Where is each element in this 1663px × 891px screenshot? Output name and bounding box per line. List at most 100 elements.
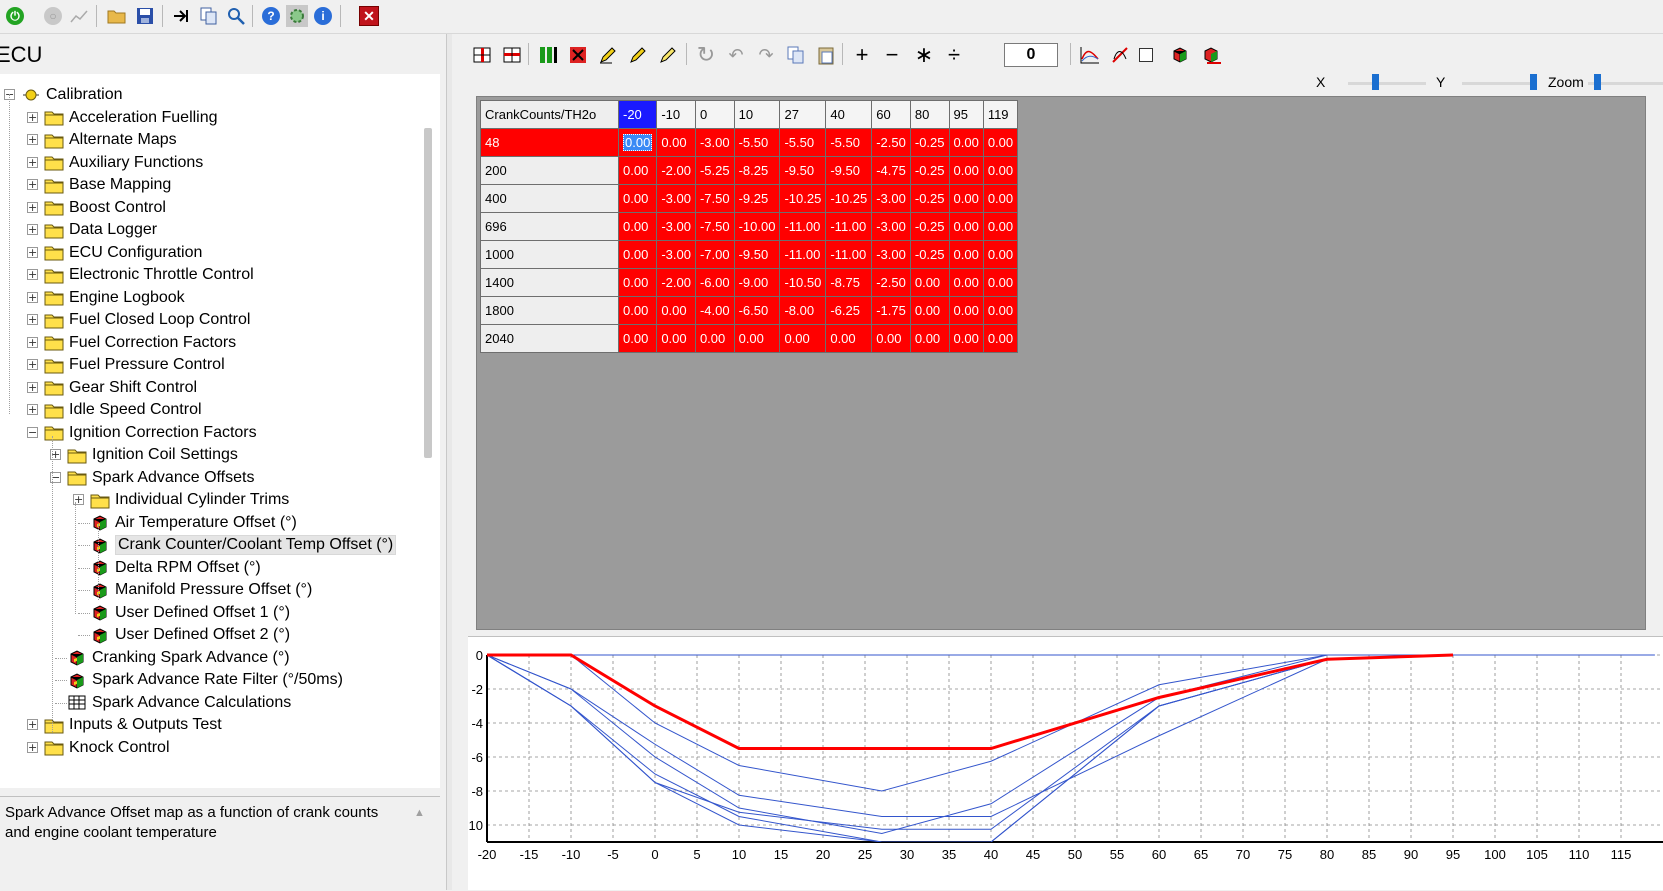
expand-alternate-maps-icon[interactable]: + (27, 134, 38, 145)
tree-item-delta-rpm-offset[interactable]: Delta RPM Offset (°) (90, 557, 261, 579)
table-cell[interactable]: 0.00 (982, 128, 1019, 157)
expand-fuel-pressure-control-icon[interactable]: + (27, 359, 38, 370)
table-cell[interactable]: 0.00 (779, 324, 827, 353)
tree-item-base-mapping[interactable]: Base Mapping (44, 174, 171, 196)
table-cell[interactable]: 0.00 (948, 156, 984, 185)
table-cell[interactable]: 0.00 (982, 156, 1019, 185)
row-header[interactable]: 1400 (480, 268, 619, 297)
add-operator-button[interactable]: + (850, 42, 874, 67)
paste-icon[interactable] (814, 43, 838, 67)
subtract-operator-button[interactable]: − (880, 42, 904, 67)
x-slider[interactable] (1348, 82, 1426, 85)
row-header[interactable]: 1800 (480, 296, 619, 325)
table-cell[interactable]: 0.00 (948, 268, 984, 297)
table-cell[interactable]: 0.00 (617, 156, 658, 185)
table-cell[interactable]: -3.00 (656, 184, 696, 213)
table-cell[interactable]: -11.00 (779, 212, 827, 241)
insert-column-icon[interactable] (470, 43, 494, 67)
zoom-slider-thumb[interactable] (1594, 74, 1601, 90)
scroll-up-icon[interactable]: ▲ (414, 807, 425, 819)
row-header[interactable]: 48 (480, 128, 619, 157)
table-cell[interactable]: 0.00 (656, 324, 696, 353)
table-cell[interactable]: 0.00 (982, 184, 1019, 213)
column-header[interactable]: -10 (656, 100, 696, 129)
table-cell[interactable]: -8.75 (825, 268, 873, 297)
table-cell[interactable]: 0.00 (871, 324, 911, 353)
table-cell[interactable]: 0.00 (617, 268, 658, 297)
collapse-ignition-correction-factors-icon[interactable]: − (27, 426, 38, 438)
table-cell[interactable]: -10.50 (779, 268, 827, 297)
divide-operator-button[interactable]: ÷ (942, 42, 966, 67)
table-cell[interactable]: 0.00 (617, 240, 658, 269)
table-cell[interactable]: 0.00 (656, 296, 696, 325)
tree-item-knock-control[interactable]: Knock Control (44, 737, 170, 759)
table-cell[interactable]: 0.00 (948, 128, 984, 157)
tree-item-fuel-correction-factors[interactable]: Fuel Correction Factors (44, 332, 236, 354)
expand-ecu-configuration-icon[interactable]: + (27, 246, 38, 258)
add-column-icon[interactable] (536, 43, 560, 67)
expand-engine-logbook-icon[interactable]: + (27, 291, 38, 303)
expand-auxiliary-functions-icon[interactable]: + (27, 156, 38, 168)
map-3d-edit-icon[interactable] (1200, 43, 1224, 67)
tree-item-individual-cylinder-trims[interactable]: Individual Cylinder Trims (90, 489, 289, 511)
row-header[interactable]: 200 (480, 156, 619, 185)
table-cell[interactable]: -4.75 (871, 156, 911, 185)
expand-fuel-closed-loop-control-icon[interactable]: + (27, 314, 38, 325)
chart-icon[interactable] (68, 5, 90, 27)
table-cell[interactable]: -10.00 (733, 212, 781, 241)
table-cell[interactable]: 0.00 (656, 128, 696, 157)
tree-item-fuel-pressure-control[interactable]: Fuel Pressure Control (44, 354, 225, 376)
table-cell[interactable]: -8.00 (779, 296, 827, 325)
save-icon[interactable] (134, 5, 156, 27)
calibration-tree[interactable]: − Calibration + Acceleration Fuelling + Alter… (0, 74, 440, 788)
tree-item-boost-control[interactable]: Boost Control (44, 197, 166, 219)
edit-range-icon[interactable] (626, 43, 650, 67)
table-cell[interactable]: 0.00 (694, 324, 735, 353)
table-cell[interactable]: -9.50 (779, 156, 827, 185)
column-header[interactable]: -20 (617, 100, 658, 129)
copy-icon[interactable] (198, 5, 220, 27)
tree-item-user-defined-offset-2[interactable]: User Defined Offset 2 (°) (90, 624, 290, 646)
row-header[interactable]: 2040 (480, 324, 619, 353)
table-cell[interactable]: 0.00 (733, 324, 781, 353)
expand-electronic-throttle-control-icon[interactable]: + (27, 269, 38, 280)
table-cell[interactable]: -3.00 (871, 184, 911, 213)
tree-item-cranking-spark-advance[interactable]: Cranking Spark Advance (°) (67, 647, 290, 669)
tree-item-data-logger[interactable]: Data Logger (44, 219, 157, 241)
table-cell[interactable]: -9.50 (733, 240, 781, 269)
delete-column-icon[interactable] (566, 43, 590, 67)
column-header[interactable]: 60 (871, 100, 911, 129)
table-cell[interactable]: -8.25 (733, 156, 781, 185)
column-header[interactable]: 27 (779, 100, 827, 129)
table-cell[interactable]: -11.00 (825, 212, 873, 241)
insert-row-icon[interactable] (500, 43, 524, 67)
table-cell[interactable]: -3.00 (871, 212, 911, 241)
table-cell[interactable]: -4.00 (694, 296, 735, 325)
y-slider-thumb[interactable] (1530, 74, 1537, 90)
table-cell[interactable]: -3.00 (694, 128, 735, 157)
table-cell[interactable]: -5.50 (779, 128, 827, 157)
tree-item-user-defined-offset-1[interactable]: User Defined Offset 1 (°) (90, 602, 290, 624)
map-table[interactable]: CrankCounts/TH2o -20 -10 0 10 27 40 60 80 95 119 48… (480, 100, 1019, 353)
open-folder-icon[interactable] (106, 5, 128, 27)
column-header[interactable]: 119 (982, 100, 1019, 129)
tree-item-air-temperature-offset[interactable]: Air Temperature Offset (°) (90, 512, 297, 534)
table-cell[interactable]: 0.00 (982, 296, 1019, 325)
table-cell[interactable]: -7.00 (694, 240, 735, 269)
tree-item-electronic-throttle-control[interactable]: Electronic Throttle Control (44, 264, 254, 286)
table-cell[interactable]: 0.00 (909, 296, 950, 325)
edit-cell-icon[interactable] (596, 43, 620, 67)
table-cell[interactable]: 0.00 (909, 268, 950, 297)
expand-fuel-correction-factors-icon[interactable]: + (27, 336, 38, 348)
table-cell[interactable]: -2.50 (871, 128, 911, 157)
tree-item-spark-advance-calculations[interactable]: Spark Advance Calculations (67, 692, 291, 714)
tree-item-ignition-correction-factors[interactable]: Ignition Correction Factors (44, 422, 257, 444)
table-cell[interactable]: -0.25 (909, 156, 950, 185)
tree-item-acceleration-fuelling[interactable]: Acceleration Fuelling (44, 107, 218, 129)
table-cell[interactable]: -10.25 (825, 184, 873, 213)
table-cell[interactable]: -0.25 (909, 240, 950, 269)
operator-value-input[interactable]: 0 (1004, 43, 1058, 67)
table-cell[interactable]: -1.75 (871, 296, 911, 325)
graph-icon[interactable] (1078, 43, 1102, 67)
power-icon[interactable]: ⏻ (4, 5, 26, 27)
